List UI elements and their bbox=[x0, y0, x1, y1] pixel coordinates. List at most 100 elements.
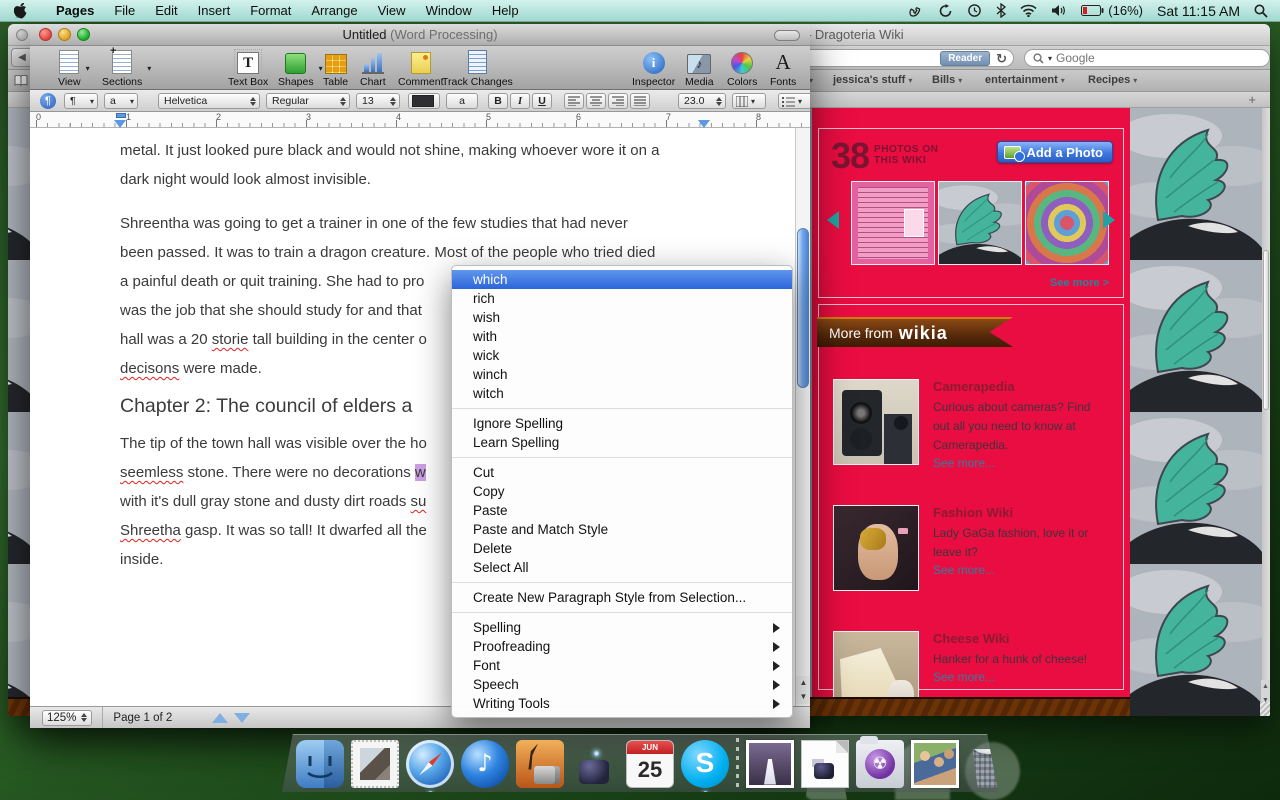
pages-scrollbar-thumb[interactable] bbox=[797, 228, 809, 388]
entry-title-link[interactable]: Fashion Wiki bbox=[933, 505, 1113, 520]
menu-item-suggestion[interactable]: wick bbox=[452, 346, 792, 365]
menu-item-font-submenu[interactable]: Font bbox=[452, 656, 792, 675]
toolbar-colors-button[interactable]: Colors bbox=[727, 49, 757, 88]
menu-item-writing-tools-submenu[interactable]: Writing Tools bbox=[452, 694, 792, 713]
bookmark-folder[interactable]: Recipes ▾ bbox=[1088, 74, 1137, 86]
menu-file[interactable]: File bbox=[104, 0, 145, 22]
minimize-button[interactable] bbox=[58, 28, 71, 41]
dock-pages-document-icon[interactable] bbox=[801, 739, 849, 788]
resize-grip[interactable] bbox=[1260, 702, 1270, 716]
search-field[interactable]: ▾ bbox=[1024, 49, 1270, 67]
toolbar-fonts-button[interactable]: A Fonts bbox=[770, 49, 796, 89]
menu-item-speech-submenu[interactable]: Speech bbox=[452, 675, 792, 694]
dock-burn-folder-icon[interactable]: ☢ bbox=[856, 735, 904, 788]
see-more-link[interactable]: See more... bbox=[933, 456, 1113, 470]
menu-item-paste-match-style[interactable]: Paste and Match Style bbox=[452, 520, 792, 539]
menu-item-learn-spelling[interactable]: Learn Spelling bbox=[452, 433, 792, 452]
photo-thumbnail-screenshot[interactable] bbox=[851, 181, 935, 265]
pages-scrollbar[interactable]: ▲ ▼ bbox=[795, 128, 810, 706]
paragraph-style-dropdown[interactable]: ¶ ▾ bbox=[64, 93, 98, 109]
font-size-stepper[interactable]: 13 bbox=[356, 93, 400, 109]
left-indent-marker[interactable] bbox=[114, 120, 126, 128]
safari-scrollbar[interactable] bbox=[1262, 108, 1270, 716]
fashion-wiki-thumbnail[interactable] bbox=[833, 505, 919, 591]
menu-view[interactable]: View bbox=[368, 0, 416, 22]
zoom-button[interactable] bbox=[77, 28, 90, 41]
scroll-up-icon[interactable]: ▲ bbox=[796, 676, 810, 690]
menu-item-ignore-spelling[interactable]: Ignore Spelling bbox=[452, 414, 792, 433]
time-machine-status-icon[interactable] bbox=[967, 3, 982, 18]
new-tab-button[interactable]: + bbox=[1248, 92, 1256, 107]
toolbar-chart-button[interactable]: Chart bbox=[360, 49, 386, 88]
previous-page-button[interactable] bbox=[212, 712, 229, 723]
menu-window[interactable]: Window bbox=[416, 0, 482, 22]
align-left-button[interactable] bbox=[564, 93, 584, 109]
toolbar-sections-button[interactable]: ▾ Sections bbox=[102, 49, 151, 88]
see-more-photos-link[interactable]: See more > bbox=[1050, 277, 1109, 289]
toolbar-media-button[interactable]: ♪ Media bbox=[685, 49, 714, 88]
wifi-status-icon[interactable] bbox=[1020, 4, 1037, 17]
entry-title-link[interactable]: Camerapedia bbox=[933, 379, 1113, 394]
safari-scrollbar-thumb[interactable] bbox=[1263, 250, 1269, 410]
sync-status-icon[interactable] bbox=[938, 3, 953, 18]
menu-arrange[interactable]: Arrange bbox=[301, 0, 367, 22]
menu-pages[interactable]: Pages bbox=[46, 0, 104, 22]
pages-titlebar[interactable]: Untitled (Word Processing) bbox=[30, 24, 810, 46]
underline-button[interactable]: U bbox=[532, 93, 552, 109]
toolbar-table-button[interactable]: Table bbox=[323, 49, 348, 88]
bookmark-folder[interactable]: entertainment ▾ bbox=[985, 74, 1065, 86]
dock-skype-icon[interactable]: S bbox=[681, 739, 729, 792]
dock-safari-icon[interactable] bbox=[406, 739, 454, 792]
wikia-logo[interactable]: wikia bbox=[899, 323, 948, 344]
background-color-well[interactable]: a bbox=[446, 93, 478, 109]
close-button[interactable] bbox=[39, 28, 52, 41]
menu-item-suggestion[interactable]: wish bbox=[452, 308, 792, 327]
menu-item-create-paragraph-style[interactable]: Create New Paragraph Style from Selectio… bbox=[452, 588, 792, 607]
scroll-down-icon[interactable]: ▼ bbox=[796, 690, 810, 704]
toolbar-track-changes-button[interactable]: Track Changes bbox=[442, 49, 513, 88]
menu-format[interactable]: Format bbox=[240, 0, 301, 22]
menu-item-cut[interactable]: Cut bbox=[452, 463, 792, 482]
search-options-icon[interactable]: ▾ bbox=[1048, 54, 1052, 63]
toolbar-view-button[interactable]: ▾ View bbox=[58, 49, 90, 88]
battery-status[interactable]: (16%) bbox=[1081, 3, 1143, 18]
align-justify-button[interactable] bbox=[630, 93, 650, 109]
menu-help[interactable]: Help bbox=[482, 0, 529, 22]
bluetooth-status-icon[interactable] bbox=[996, 3, 1007, 18]
toolbar-shapes-button[interactable]: ▾ Shapes bbox=[278, 49, 323, 88]
safari-close-button[interactable] bbox=[16, 29, 28, 41]
menu-item-copy[interactable]: Copy bbox=[452, 482, 792, 501]
spotlight-icon[interactable] bbox=[1254, 4, 1268, 18]
next-page-button[interactable] bbox=[234, 712, 251, 723]
bold-button[interactable]: B bbox=[488, 93, 508, 109]
menu-item-suggestion[interactable]: with bbox=[452, 327, 792, 346]
volume-status-icon[interactable] bbox=[1051, 4, 1067, 17]
reader-button[interactable]: Reader bbox=[940, 50, 991, 66]
bookmark-folder[interactable]: Bills ▾ bbox=[932, 74, 962, 86]
align-right-button[interactable] bbox=[608, 93, 628, 109]
character-style-dropdown[interactable]: a ▾ bbox=[104, 93, 138, 109]
scroll-up-icon[interactable]: ▲ bbox=[1261, 680, 1270, 694]
camerapedia-thumbnail[interactable] bbox=[833, 379, 919, 465]
toolbar-toggle-button[interactable] bbox=[774, 30, 800, 41]
apple-menu-icon[interactable] bbox=[14, 2, 28, 19]
entry-title-link[interactable]: Cheese Wiki bbox=[933, 631, 1113, 646]
line-spacing-stepper[interactable]: 23.0 bbox=[678, 93, 726, 109]
dock-photo-document-icon[interactable] bbox=[746, 739, 794, 788]
see-more-link[interactable]: See more... bbox=[933, 563, 1113, 577]
dock-iphoto-icon[interactable] bbox=[516, 739, 564, 788]
carousel-next-icon[interactable] bbox=[1103, 211, 1115, 229]
zoom-level-select[interactable]: 125% bbox=[42, 709, 93, 726]
menu-bar-clock[interactable]: Sat 11:15 AM bbox=[1157, 3, 1240, 19]
menu-item-delete[interactable]: Delete bbox=[452, 539, 792, 558]
dock-ical-icon[interactable]: JUN 25 bbox=[626, 739, 674, 788]
toolbar-inspector-button[interactable]: i Inspector bbox=[632, 49, 675, 88]
carousel-prev-icon[interactable] bbox=[827, 211, 839, 229]
font-family-select[interactable]: Helvetica bbox=[158, 93, 260, 109]
menu-edit[interactable]: Edit bbox=[145, 0, 187, 22]
align-center-button[interactable] bbox=[586, 93, 606, 109]
text-color-well[interactable] bbox=[408, 93, 440, 109]
bookmark-folder[interactable]: jessica's stuff ▾ bbox=[833, 74, 912, 86]
dock-pages-icon[interactable] bbox=[571, 740, 619, 788]
photo-thumbnail-kaleidoscope[interactable] bbox=[1025, 181, 1109, 265]
